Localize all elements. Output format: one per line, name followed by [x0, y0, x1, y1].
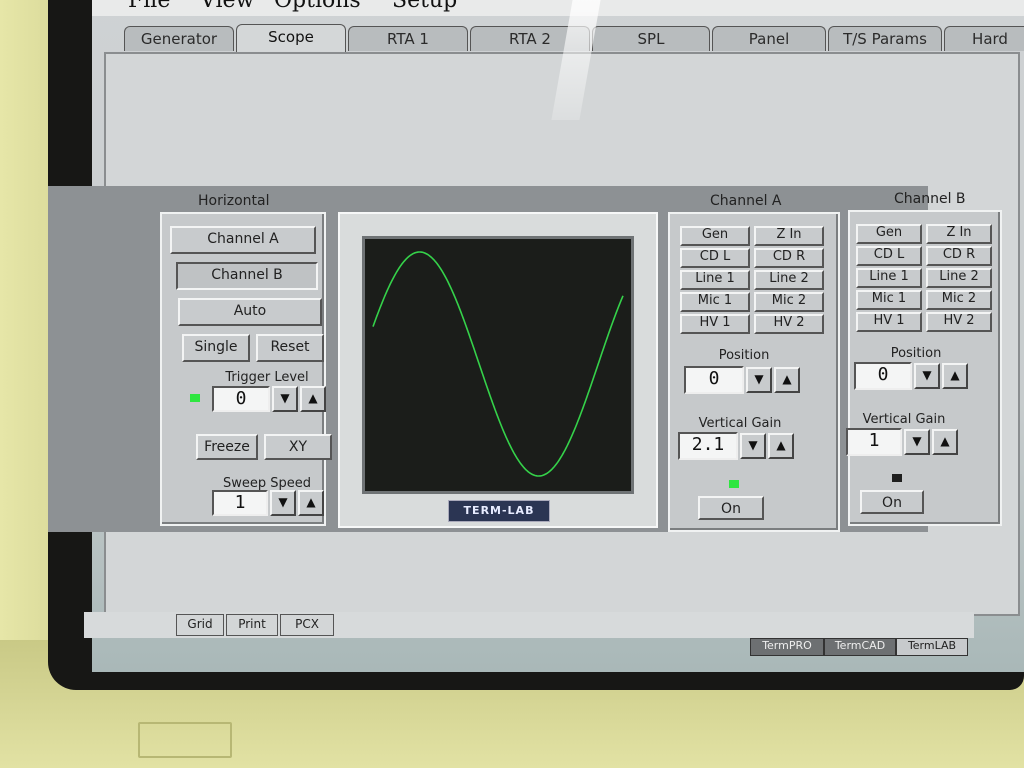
single-button[interactable]: Single — [182, 334, 250, 362]
channel-b-on-button[interactable]: On — [860, 490, 924, 514]
channel-b-led — [892, 474, 902, 482]
tab-bar: Generator Scope RTA 1 RTA 2 SPL Panel T/… — [92, 24, 1024, 53]
auto-button[interactable]: Auto — [178, 298, 322, 326]
trigger-up-icon[interactable]: ▲ — [300, 386, 326, 412]
channel-b-input-line-1[interactable]: Line 1 — [856, 268, 922, 288]
channel-b-input-hv-2[interactable]: HV 2 — [926, 312, 992, 332]
channel-a-input-line-1[interactable]: Line 1 — [680, 270, 750, 290]
tab-rta-1[interactable]: RTA 1 — [348, 26, 468, 51]
channel-b-input-mic-2[interactable]: Mic 2 — [926, 290, 992, 310]
channel-a-gain-label: Vertical Gain — [698, 416, 782, 431]
tab-generator[interactable]: Generator — [124, 26, 234, 51]
channel-a-input-z-in[interactable]: Z In — [754, 226, 824, 246]
channel-b-button[interactable]: Channel B — [176, 262, 318, 290]
channel-a-position-field[interactable]: 0 — [684, 366, 744, 394]
channel-b-gain-down-icon[interactable]: ▼ — [904, 429, 930, 455]
channel-a-input-mic-1[interactable]: Mic 1 — [680, 292, 750, 312]
channel-b-header: Channel B — [894, 191, 966, 207]
channel-b-input-line-2[interactable]: Line 2 — [926, 268, 992, 288]
channel-a-on-button[interactable]: On — [698, 496, 764, 520]
channel-b-position-label: Position — [890, 346, 942, 361]
channel-b-input-cd-r[interactable]: CD R — [926, 246, 992, 266]
status-tab-termcad[interactable]: TermCAD — [824, 638, 896, 656]
trigger-level-field[interactable]: 0 — [212, 386, 270, 412]
channel-b-position-up-icon[interactable]: ▲ — [942, 363, 968, 389]
trigger-down-icon[interactable]: ▼ — [272, 386, 298, 412]
sweep-down-icon[interactable]: ▼ — [270, 490, 296, 516]
channel-a-gain-down-icon[interactable]: ▼ — [740, 433, 766, 459]
freeze-button[interactable]: Freeze — [196, 434, 258, 460]
menu-bar: File View Options Setup — [92, 0, 1024, 16]
channel-b-input-mic-1[interactable]: Mic 1 — [856, 290, 922, 310]
channel-b-input-gen[interactable]: Gen — [856, 224, 922, 244]
bottom-toolbar: Grid Print PCX — [84, 612, 974, 638]
channel-a-input-cd-l[interactable]: CD L — [680, 248, 750, 268]
channel-a-input-cd-r[interactable]: CD R — [754, 248, 824, 268]
channel-a-button[interactable]: Channel A — [170, 226, 316, 254]
status-tab-termlab[interactable]: TermLAB — [896, 638, 968, 656]
tab-spl[interactable]: SPL — [592, 26, 710, 51]
trigger-led — [190, 394, 200, 402]
sweep-speed-label: Sweep Speed — [222, 476, 312, 491]
menu-options[interactable]: Options — [274, 0, 361, 13]
scope-screen — [362, 236, 634, 494]
xy-button[interactable]: XY — [264, 434, 332, 460]
channel-b-gain-up-icon[interactable]: ▲ — [932, 429, 958, 455]
print-button[interactable]: Print — [226, 614, 278, 636]
menu-setup[interactable]: Setup — [392, 0, 457, 13]
channel-b-input-cd-l[interactable]: CD L — [856, 246, 922, 266]
channel-b-input-z-in[interactable]: Z In — [926, 224, 992, 244]
channel-a-header: Channel A — [710, 193, 782, 209]
status-tab-termpro[interactable]: TermPRO — [750, 638, 824, 656]
channel-a-position-down-icon[interactable]: ▼ — [746, 367, 772, 393]
channel-a-gain-up-icon[interactable]: ▲ — [768, 433, 794, 459]
monitor-slot — [138, 722, 232, 758]
menu-file[interactable]: File — [128, 0, 170, 13]
horizontal-header: Horizontal — [198, 193, 270, 209]
channel-a-led — [729, 480, 739, 488]
menu-view[interactable]: View — [200, 0, 254, 13]
grid-button[interactable]: Grid — [176, 614, 224, 636]
trigger-level-label: Trigger Level — [225, 370, 309, 385]
pcx-button[interactable]: PCX — [280, 614, 334, 636]
sine-trace — [372, 251, 624, 477]
channel-a-gain-field[interactable]: 2.1 — [678, 432, 738, 460]
channel-a-input-hv-1[interactable]: HV 1 — [680, 314, 750, 334]
tab-scope[interactable]: Scope — [236, 24, 346, 53]
channel-b-position-field[interactable]: 0 — [854, 362, 912, 390]
channel-b-position-down-icon[interactable]: ▼ — [914, 363, 940, 389]
tab-ts-params[interactable]: T/S Params — [828, 26, 942, 51]
channel-a-input-line-2[interactable]: Line 2 — [754, 270, 824, 290]
sweep-up-icon[interactable]: ▲ — [298, 490, 324, 516]
reset-button[interactable]: Reset — [256, 334, 324, 362]
channel-a-input-mic-2[interactable]: Mic 2 — [754, 292, 824, 312]
channel-a-position-label: Position — [718, 348, 770, 363]
term-lab-logo: TERM-LAB — [448, 500, 550, 522]
channel-a-input-gen[interactable]: Gen — [680, 226, 750, 246]
channel-a-input-hv-2[interactable]: HV 2 — [754, 314, 824, 334]
waveform-svg — [372, 251, 624, 477]
channel-a-position-up-icon[interactable]: ▲ — [774, 367, 800, 393]
channel-b-input-hv-1[interactable]: HV 1 — [856, 312, 922, 332]
sweep-speed-field[interactable]: 1 — [212, 490, 268, 516]
channel-b-gain-field[interactable]: 1 — [846, 428, 902, 456]
tab-hard[interactable]: Hard — [944, 26, 1024, 51]
channel-b-gain-label: Vertical Gain — [862, 412, 946, 427]
tab-panel[interactable]: Panel — [712, 26, 826, 51]
